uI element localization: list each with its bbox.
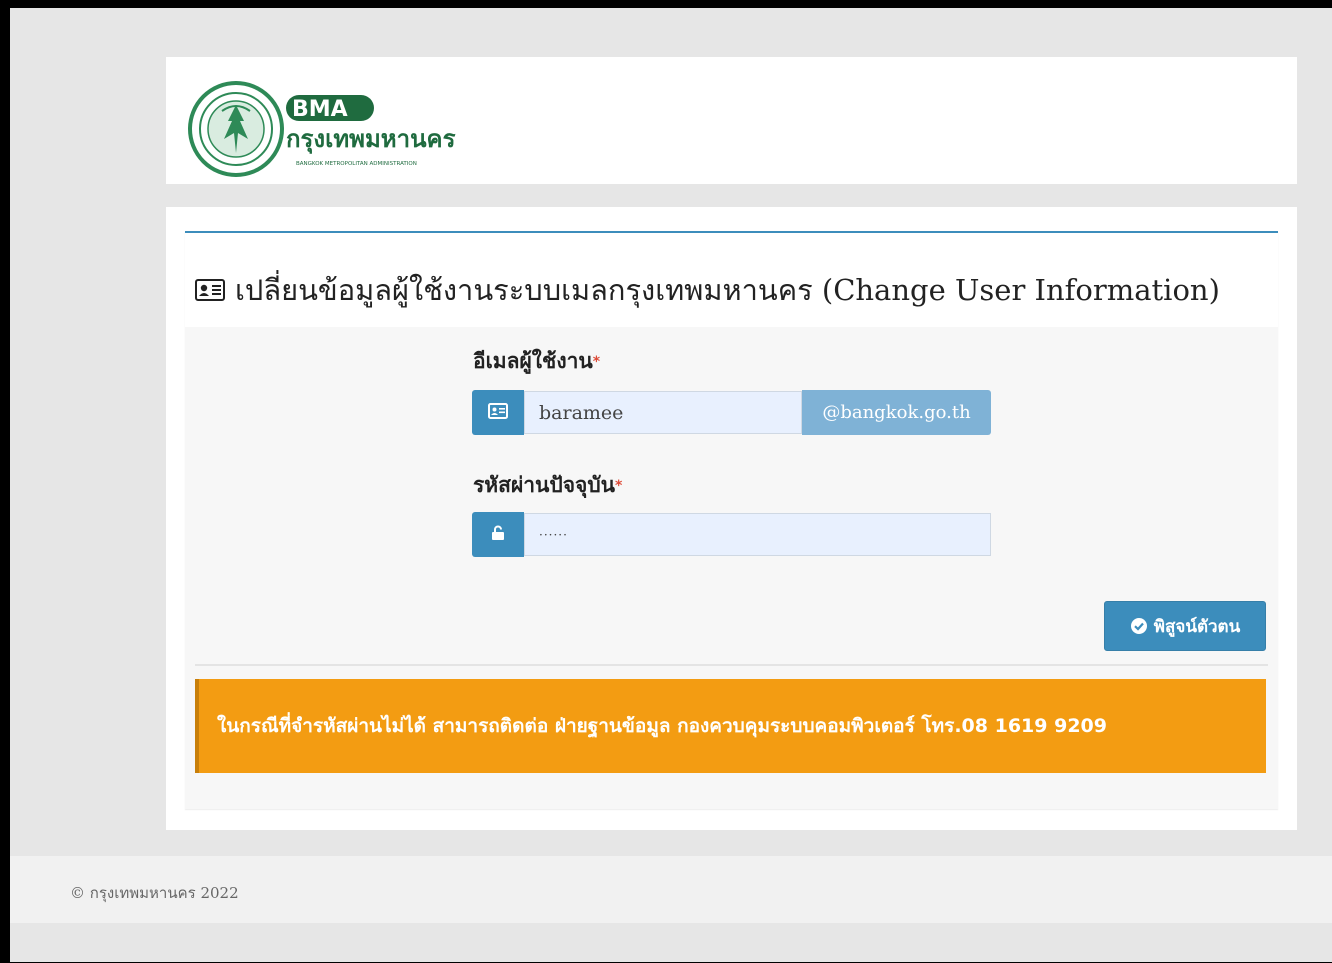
email-domain-addon: @bangkok.go.th (802, 390, 991, 435)
password-label: รหัสผ่านปัจจุบัน* (473, 469, 622, 502)
username-label: อีเมลผู้ใช้งาน* (473, 345, 600, 378)
verify-button-label: พิสูจน์ตัวตน (1153, 616, 1241, 637)
password-value: ······ (539, 527, 568, 542)
id-card-icon (488, 402, 508, 423)
page-title: เปลี่ยนข้อมูลผู้ใช้งานระบบเมลกรุงเทพมหาน… (195, 267, 1220, 313)
change-info-panel: เปลี่ยนข้อมูลผู้ใช้งานระบบเมลกรุงเทพมหาน… (185, 231, 1278, 809)
verify-identity-button[interactable]: พิสูจน์ตัวตน (1104, 601, 1266, 651)
svg-text:BMA: BMA (292, 97, 348, 122)
password-addon (472, 512, 524, 557)
divider (195, 664, 1268, 666)
username-input[interactable]: baramee (524, 391, 802, 434)
header: BMA กรุงเทพมหานคร BANGKOK METROPOLITAN A… (166, 57, 1297, 184)
id-card-icon (195, 279, 225, 301)
unlock-icon (491, 525, 505, 545)
svg-text:BANGKOK METROPOLITAN ADMINISTR: BANGKOK METROPOLITAN ADMINISTRATION (296, 161, 417, 167)
username-addon (472, 390, 524, 435)
username-label-text: อีเมลผู้ใช้งาน (473, 349, 593, 373)
page-frame: BMA กรุงเทพมหานคร BANGKOK METROPOLITAN A… (10, 8, 1332, 962)
required-mark: * (592, 354, 601, 370)
svg-text:กรุงเทพมหานคร: กรุงเทพมหานคร (286, 125, 456, 155)
footer: © กรุงเทพมหานคร 2022 (10, 856, 1332, 923)
contact-alert: ในกรณีที่จำรหัสผ่านไม่ได้ สามารถติดต่อ ฝ… (195, 679, 1266, 773)
check-circle-icon (1130, 617, 1148, 635)
bma-logo[interactable]: BMA กรุงเทพมหานคร BANGKOK METROPOLITAN A… (188, 81, 508, 181)
email-domain-text: @bangkok.go.th (822, 402, 971, 423)
page-title-text: เปลี่ยนข้อมูลผู้ใช้งานระบบเมลกรุงเทพมหาน… (235, 273, 1220, 307)
main-content: เปลี่ยนข้อมูลผู้ใช้งานระบบเมลกรุงเทพมหาน… (166, 207, 1297, 830)
username-value: baramee (539, 401, 624, 424)
password-input[interactable]: ······ (524, 513, 991, 556)
password-label-text: รหัสผ่านปัจจุบัน (473, 473, 616, 497)
required-mark: * (615, 478, 623, 494)
copyright-text: © กรุงเทพมหานคร 2022 (70, 884, 239, 902)
alert-text: ในกรณีที่จำรหัสผ่านไม่ได้ สามารถติดต่อ ฝ… (217, 715, 1107, 737)
